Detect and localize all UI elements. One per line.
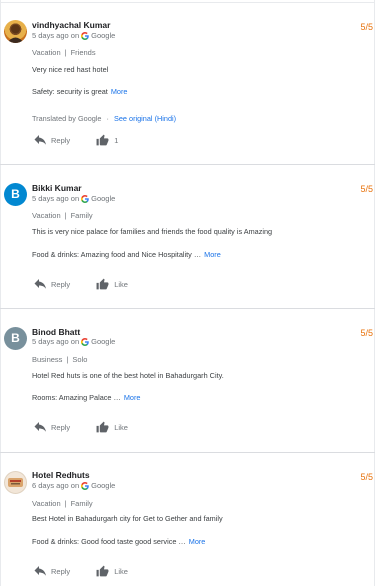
review-meta: 5 days ago on Google	[32, 337, 115, 346]
thumbs-up-icon	[96, 565, 109, 577]
trip-type: Business	[32, 355, 63, 364]
review-subtext-body: Food & drinks: Amazing food and Nice Hos…	[32, 250, 202, 259]
review-source: Google	[91, 337, 116, 346]
reply-label: Reply	[51, 279, 71, 289]
reply-label: Reply	[51, 422, 71, 432]
reviewer-name[interactable]: Hotel Redhuts	[32, 470, 90, 480]
reply-button[interactable]: Reply	[34, 422, 70, 432]
review-subtext: Food & drinks: Amazing food and Nice Hos…	[32, 250, 221, 259]
trip-info: Business | Solo	[32, 355, 88, 364]
trip-info: Vacation | Family	[32, 499, 93, 508]
avatar[interactable]: B	[4, 327, 27, 350]
translated-label: Translated by Google	[32, 114, 102, 123]
google-icon	[81, 31, 89, 40]
review-subtext-body: Safety: security is great	[32, 87, 108, 96]
review-subtext: Rooms: Amazing Palace … More	[32, 393, 140, 402]
review-actions: Reply 1	[34, 134, 144, 146]
like-button[interactable]: Like	[96, 421, 128, 433]
reply-icon	[34, 422, 46, 432]
trip-companions: Family	[70, 499, 93, 508]
review-subtext-body: Food & drinks: Good food taste good serv…	[32, 537, 186, 546]
review-text: Hotel Red huts is one of the best hotel …	[32, 371, 224, 380]
reply-icon	[34, 279, 46, 289]
like-label: Like	[114, 422, 128, 432]
logo-avatar-icon	[8, 478, 23, 487]
like-count: 1	[114, 135, 119, 145]
like-label: Like	[114, 566, 128, 576]
thumbs-up-icon	[96, 134, 109, 146]
review-actions: Reply Like	[34, 565, 154, 577]
review-meta: 5 days ago on Google	[32, 31, 115, 40]
review-subtext: Safety: security is great More	[32, 87, 127, 96]
reply-button[interactable]: Reply	[34, 135, 70, 145]
review-text: Very nice red hast hotel	[32, 65, 109, 74]
rating: 5/5	[360, 184, 373, 194]
trip-info: Vacation | Family	[32, 211, 93, 220]
reply-icon	[34, 566, 46, 576]
see-original-link[interactable]: See original (Hindi)	[114, 114, 176, 123]
reply-button[interactable]: Reply	[34, 566, 70, 576]
review-source: Google	[91, 31, 116, 40]
google-icon	[81, 337, 89, 346]
review-card: B Bikki Kumar 5 days ago on Google 5/5 V…	[0, 165, 375, 308]
reply-button[interactable]: Reply	[34, 279, 70, 289]
google-icon	[81, 481, 89, 490]
review-time: 5 days ago on	[32, 194, 80, 203]
review-text: This is very nice palace for families an…	[32, 227, 273, 236]
google-icon	[81, 194, 89, 203]
rating: 5/5	[360, 472, 373, 482]
more-link[interactable]: More	[189, 537, 206, 546]
rating: 5/5	[360, 328, 373, 338]
reply-icon	[34, 135, 46, 145]
more-link[interactable]: More	[111, 87, 128, 96]
review-meta: 5 days ago on Google	[32, 194, 115, 203]
more-link[interactable]: More	[124, 393, 141, 402]
trip-type: Vacation	[32, 211, 61, 220]
review-card: Hotel Redhuts 6 days ago on Google 5/5 V…	[0, 453, 375, 586]
trip-companions: Family	[70, 211, 93, 220]
review-time: 6 days ago on	[32, 481, 80, 490]
review-card: vindhyachal Kumar 5 days ago on Google 5…	[0, 0, 375, 165]
review-card: B Binod Bhatt 5 days ago on Google 5/5 B…	[0, 309, 375, 452]
like-label: Like	[114, 279, 128, 289]
reviewer-name[interactable]: Binod Bhatt	[32, 327, 80, 337]
like-button[interactable]: Like	[96, 565, 128, 577]
trip-companions: Friends	[70, 48, 96, 57]
photo-avatar-icon	[7, 24, 24, 43]
trip-companions: Solo	[72, 355, 88, 364]
review-time: 5 days ago on	[32, 337, 80, 346]
review-time: 5 days ago on	[32, 31, 80, 40]
more-link[interactable]: More	[204, 250, 221, 259]
avatar[interactable]	[4, 471, 27, 494]
like-button[interactable]: 1	[96, 134, 118, 146]
review-text: Best Hotel in Bahadurgarh city for Get t…	[32, 514, 223, 523]
reviewer-name[interactable]: Bikki Kumar	[32, 183, 82, 193]
like-button[interactable]: Like	[96, 278, 128, 290]
reviewer-name[interactable]: vindhyachal Kumar	[32, 20, 110, 30]
trip-type: Vacation	[32, 48, 61, 57]
reply-label: Reply	[51, 135, 71, 145]
trip-type: Vacation	[32, 499, 61, 508]
translation-note: Translated by Google · See original (Hin…	[32, 114, 176, 123]
trip-info: Vacation | Friends	[32, 48, 96, 57]
review-actions: Reply Like	[34, 421, 154, 433]
avatar[interactable]	[4, 20, 27, 43]
review-actions: Reply Like	[34, 278, 154, 290]
review-source: Google	[91, 481, 116, 490]
review-meta: 6 days ago on Google	[32, 481, 115, 490]
rating: 5/5	[360, 22, 373, 32]
review-subtext: Food & drinks: Good food taste good serv…	[32, 537, 205, 546]
thumbs-up-icon	[96, 278, 109, 290]
review-source: Google	[91, 194, 116, 203]
thumbs-up-icon	[96, 421, 109, 433]
review-subtext-body: Rooms: Amazing Palace …	[32, 393, 121, 402]
reply-label: Reply	[51, 566, 71, 576]
translated-separator: ·	[106, 114, 109, 123]
avatar[interactable]: B	[4, 183, 27, 206]
